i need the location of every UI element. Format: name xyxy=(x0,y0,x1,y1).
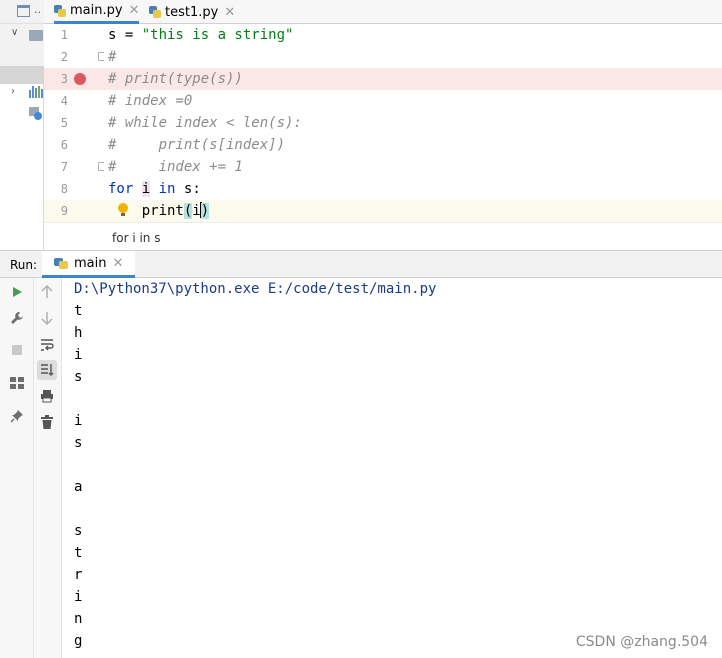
breadcrumb[interactable]: for i in s xyxy=(112,231,160,245)
console-output-line: i xyxy=(74,347,83,363)
gutter-line: 7 xyxy=(44,156,107,178)
console-output-line: s xyxy=(74,435,83,451)
code-line: # while index < len(s): xyxy=(104,112,722,134)
console-output-line: r xyxy=(74,567,83,583)
soft-wrap-icon[interactable] xyxy=(37,335,57,355)
string-literal: "this is a string" xyxy=(141,27,294,43)
chevron-right-icon[interactable]: › xyxy=(11,86,15,97)
line-number: 2 xyxy=(60,50,68,64)
line-number: 7 xyxy=(60,160,68,174)
wrench-icon[interactable] xyxy=(7,308,27,328)
run-tab-label: main xyxy=(74,255,107,271)
close-icon[interactable]: ✕ xyxy=(224,5,235,20)
arrow-down-icon[interactable] xyxy=(37,308,57,328)
gutter-line: 1 xyxy=(44,24,104,46)
console-output-line: i xyxy=(74,413,83,429)
python-file-icon xyxy=(149,6,161,18)
console-output-line: t xyxy=(74,303,83,319)
code-text: # xyxy=(108,49,117,65)
code-line: # print(s[index]) xyxy=(104,134,722,156)
python-file-icon xyxy=(54,4,66,17)
code-text: # index =0 xyxy=(108,93,193,109)
code-text: # while index < len(s): xyxy=(108,115,302,131)
editor-tabs: main.py ✕ test1.py ✕ xyxy=(44,0,722,24)
gutter-line: 9 xyxy=(44,200,104,222)
layout-icon[interactable] xyxy=(7,373,27,393)
python-icon xyxy=(54,257,68,269)
close-icon[interactable]: ✕ xyxy=(129,3,140,18)
code-editor[interactable]: s = "this is a string" # # print(type(s)… xyxy=(104,24,722,222)
project-panel: ∨ › xyxy=(0,24,44,250)
code-line: # index =0 xyxy=(104,90,722,112)
tab-label: main.py xyxy=(70,3,123,18)
console-command-line: D:\Python37\python.exe E:/code/test/main… xyxy=(74,281,437,297)
code-line: for i in s: xyxy=(104,178,722,200)
run-toolbar xyxy=(0,278,34,658)
tab-test1-py[interactable]: test1.py ✕ xyxy=(149,0,235,24)
gutter-line: 8 xyxy=(44,178,104,200)
project-selection-bar xyxy=(0,66,44,84)
console-output-line: t xyxy=(74,545,83,561)
code-line: # xyxy=(104,46,722,68)
line-number: 4 xyxy=(60,94,68,108)
tab-label: test1.py xyxy=(165,4,219,20)
run-tab-main[interactable]: main ✕ xyxy=(42,251,136,278)
line-number: 1 xyxy=(60,28,68,42)
code-text: s = "this is a string" xyxy=(108,27,294,43)
code-line: s = "this is a string" xyxy=(104,24,722,46)
print-icon[interactable] xyxy=(37,386,57,406)
stop-icon[interactable] xyxy=(7,340,27,360)
trash-icon[interactable] xyxy=(37,412,57,432)
project-tab[interactable]: .. xyxy=(0,0,44,24)
breakpoint-icon[interactable] xyxy=(74,73,86,85)
console-output-line: g xyxy=(74,633,83,649)
console-output-line: a xyxy=(74,479,83,495)
close-icon[interactable]: ✕ xyxy=(112,256,123,271)
project-tab-label: .. xyxy=(34,3,41,16)
run-console[interactable]: D:\Python37\python.exe E:/code/test/main… xyxy=(62,278,722,658)
project-root-row[interactable]: ∨ xyxy=(0,24,44,66)
gutter-line: 6 xyxy=(44,134,104,156)
console-output-line: h xyxy=(74,325,83,341)
line-number: 5 xyxy=(60,116,68,130)
console-toolbar xyxy=(34,278,62,658)
code-line-current: print(i) xyxy=(104,200,722,222)
code-text: print(i) xyxy=(108,202,210,219)
console-output-line: s xyxy=(74,523,83,539)
watermark: CSDN @zhang.504 xyxy=(575,634,708,650)
tab-main-py[interactable]: main.py ✕ xyxy=(54,0,140,24)
console-output-line: i xyxy=(74,589,83,605)
breadcrumb-bar: for i in s xyxy=(44,222,722,250)
run-header: Run: main ✕ xyxy=(0,250,722,278)
line-number: 3 xyxy=(60,72,68,86)
code-text: # index += 1 xyxy=(108,159,243,175)
code-text: # print(type(s)) xyxy=(108,71,243,87)
gutter-line: 3 xyxy=(44,68,104,90)
code-line: # index += 1 xyxy=(104,156,722,178)
line-number: 6 xyxy=(60,138,68,152)
code-text: # print(s[index]) xyxy=(108,137,286,153)
line-number: 9 xyxy=(60,204,68,218)
gutter-line: 2 xyxy=(44,46,107,68)
project-window-icon xyxy=(17,5,30,17)
chevron-down-icon[interactable]: ∨ xyxy=(11,27,18,38)
code-text: for i in s: xyxy=(108,181,201,197)
pin-icon[interactable] xyxy=(7,406,27,426)
console-output-line: s xyxy=(74,369,83,385)
gutter-line: 4 xyxy=(44,90,104,112)
run-icon[interactable] xyxy=(7,282,27,302)
folder-icon xyxy=(29,30,43,41)
gutter-line: 5 xyxy=(44,112,104,134)
arrow-up-icon[interactable] xyxy=(37,282,57,302)
scratches-icon xyxy=(29,107,42,120)
scroll-to-end-icon[interactable] xyxy=(37,360,57,380)
code-line: # print(type(s)) xyxy=(104,68,722,90)
line-number: 8 xyxy=(60,182,68,196)
editor-gutter[interactable]: 1 2 3 4 5 6 7 8 9 xyxy=(44,24,107,222)
run-label: Run: xyxy=(10,258,38,272)
console-output-line: n xyxy=(74,611,83,627)
external-libraries-icon xyxy=(29,86,43,98)
